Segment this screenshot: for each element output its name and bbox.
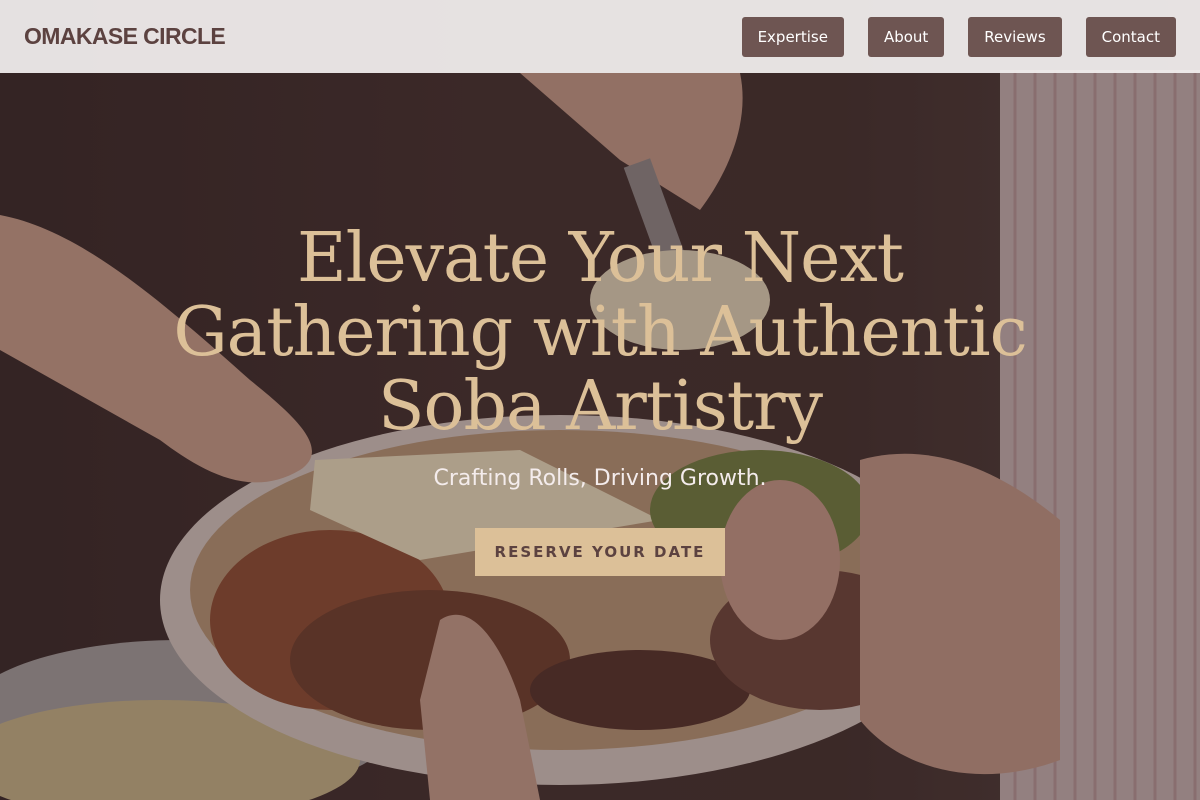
nav-about-button[interactable]: About xyxy=(867,16,945,57)
nav-reviews-button[interactable]: Reviews xyxy=(968,16,1062,57)
brand-logo-text[interactable]: OMAKASE CIRCLE xyxy=(24,23,226,50)
nav-expertise-button[interactable]: Expertise xyxy=(741,16,844,57)
nav-links: Expertise About Reviews Contact xyxy=(741,16,1176,57)
hero-tagline: Crafting Rolls, Driving Growth. xyxy=(433,466,767,491)
top-navigation-bar: OMAKASE CIRCLE Expertise About Reviews C… xyxy=(0,0,1200,73)
hero-headline: Elevate Your Next Gathering with Authent… xyxy=(173,219,1027,446)
reserve-date-button[interactable]: RESERVE YOUR DATE xyxy=(475,528,725,576)
nav-contact-button[interactable]: Contact xyxy=(1085,16,1176,57)
